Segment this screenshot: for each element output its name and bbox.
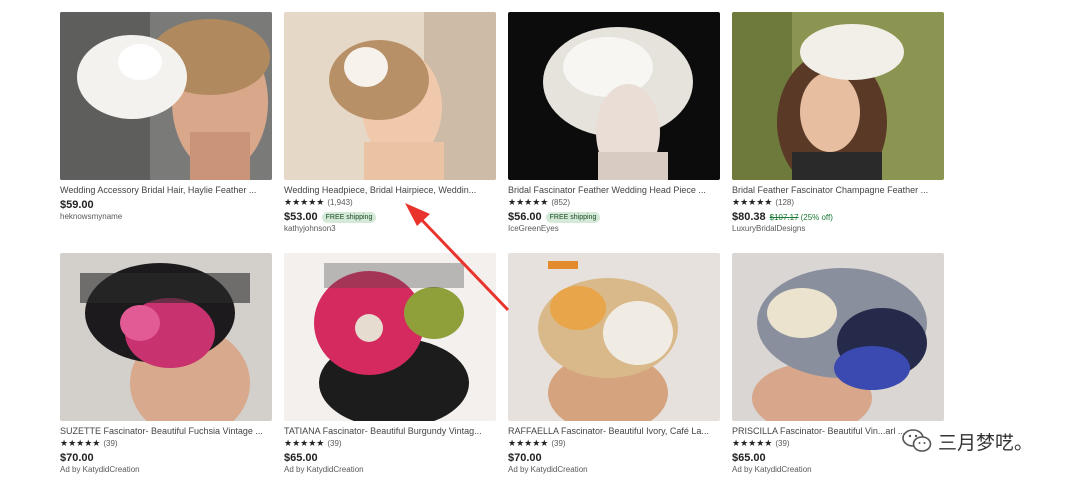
- original-price: $107.17: [769, 213, 799, 222]
- listing-title[interactable]: Bridal Fascinator Feather Wedding Head P…: [508, 184, 720, 196]
- rating: ★★★★★ (128): [732, 196, 944, 208]
- listing-card[interactable]: Bridal Fascinator Feather Wedding Head P…: [508, 12, 720, 235]
- listing-price: $70.00: [508, 452, 542, 464]
- shop-name[interactable]: LuxuryBridalDesigns: [732, 223, 944, 235]
- shop-name[interactable]: Ad by KatydidCreation: [508, 464, 720, 476]
- listing-title[interactable]: SUZETTE Fascinator- Beautiful Fuchsia Vi…: [60, 425, 272, 437]
- star-rating-icon: ★★★★★: [284, 438, 325, 448]
- star-rating-icon: ★★★★★: [60, 438, 101, 448]
- shop-name[interactable]: heknowsmyname: [60, 211, 272, 223]
- listing-price: $65.00: [732, 452, 766, 464]
- shop-name[interactable]: Ad by KatydidCreation: [732, 464, 944, 476]
- watermark-text: 三月梦呓: [938, 433, 1015, 455]
- rating: ★★★★★ (39): [284, 437, 496, 449]
- listing-photo[interactable]: [284, 12, 496, 180]
- star-rating-icon: ★★★★★: [732, 197, 773, 207]
- review-count: (39): [327, 439, 342, 448]
- listing-card[interactable]: RAFFAELLA Fascinator- Beautiful Ivory, C…: [508, 253, 720, 476]
- listing-photo[interactable]: [60, 12, 272, 180]
- review-count: (852): [551, 198, 571, 207]
- star-rating-icon: ★★★★★: [284, 197, 325, 207]
- listing-photo[interactable]: [284, 253, 496, 421]
- review-count: (39): [103, 439, 118, 448]
- price-row: $70.00: [60, 449, 272, 464]
- star-rating-icon: ★★★★★: [732, 438, 773, 448]
- listing-price: $53.00: [284, 211, 318, 223]
- review-count: (1,943): [327, 198, 353, 207]
- listing-title[interactable]: RAFFAELLA Fascinator- Beautiful Ivory, C…: [508, 425, 720, 437]
- watermark-suffix: 。: [1014, 433, 1034, 455]
- listing-price: $65.00: [284, 452, 318, 464]
- listing-card[interactable]: SUZETTE Fascinator- Beautiful Fuchsia Vi…: [60, 253, 272, 476]
- star-rating-icon: ★★★★★: [508, 197, 549, 207]
- listing-price: $59.00: [60, 199, 94, 211]
- rating: ★★★★★ (852): [508, 196, 720, 208]
- price-row: $53.00 FREE shipping: [284, 208, 496, 223]
- listing-photo[interactable]: [508, 12, 720, 180]
- rating: ★★★★★ (1,943): [284, 196, 496, 208]
- rating: ★★★★★ (39): [60, 437, 272, 449]
- shop-name[interactable]: Ad by KatydidCreation: [284, 464, 496, 476]
- free-shipping-badge: FREE shipping: [545, 212, 601, 223]
- star-rating-icon: ★★★★★: [508, 438, 549, 448]
- listing-title[interactable]: Wedding Headpiece, Bridal Hairpiece, Wed…: [284, 184, 496, 196]
- listing-title[interactable]: Wedding Accessory Bridal Hair, Haylie Fe…: [60, 184, 272, 196]
- shop-name[interactable]: Ad by KatydidCreation: [60, 464, 272, 476]
- listing-photo[interactable]: [60, 253, 272, 421]
- shop-name[interactable]: IceGreenEyes: [508, 223, 720, 235]
- review-count: (39): [775, 439, 790, 448]
- listing-price: $80.38: [732, 211, 766, 223]
- listing-card[interactable]: TATIANA Fascinator- Beautiful Burgundy V…: [284, 253, 496, 476]
- discount-label: (25% off): [800, 213, 833, 222]
- watermark: 三月梦呓。: [902, 428, 1033, 460]
- listing-title[interactable]: Bridal Feather Fascinator Champagne Feat…: [732, 184, 944, 196]
- price-row: $80.38 $107.17 (25% off): [732, 208, 944, 223]
- listing-photo[interactable]: [732, 253, 944, 421]
- listing-card[interactable]: Wedding Headpiece, Bridal Hairpiece, Wed…: [284, 12, 496, 235]
- price-row: $59.00: [60, 196, 272, 211]
- wechat-icon: [902, 428, 932, 460]
- listing-photo[interactable]: [508, 253, 720, 421]
- listing-title[interactable]: TATIANA Fascinator- Beautiful Burgundy V…: [284, 425, 496, 437]
- free-shipping-badge: FREE shipping: [321, 212, 377, 223]
- review-count: (39): [551, 439, 566, 448]
- rating: ★★★★★ (39): [508, 437, 720, 449]
- listing-photo[interactable]: [732, 12, 944, 180]
- price-row: $70.00: [508, 449, 720, 464]
- price-row: $56.00 FREE shipping: [508, 208, 720, 223]
- listing-card[interactable]: Bridal Feather Fascinator Champagne Feat…: [732, 12, 944, 235]
- shop-name[interactable]: kathyjohnson3: [284, 223, 496, 235]
- price-row: $65.00: [284, 449, 496, 464]
- listing-price: $70.00: [60, 452, 94, 464]
- listing-card[interactable]: Wedding Accessory Bridal Hair, Haylie Fe…: [60, 12, 272, 223]
- review-count: (128): [775, 198, 795, 207]
- listing-price: $56.00: [508, 211, 542, 223]
